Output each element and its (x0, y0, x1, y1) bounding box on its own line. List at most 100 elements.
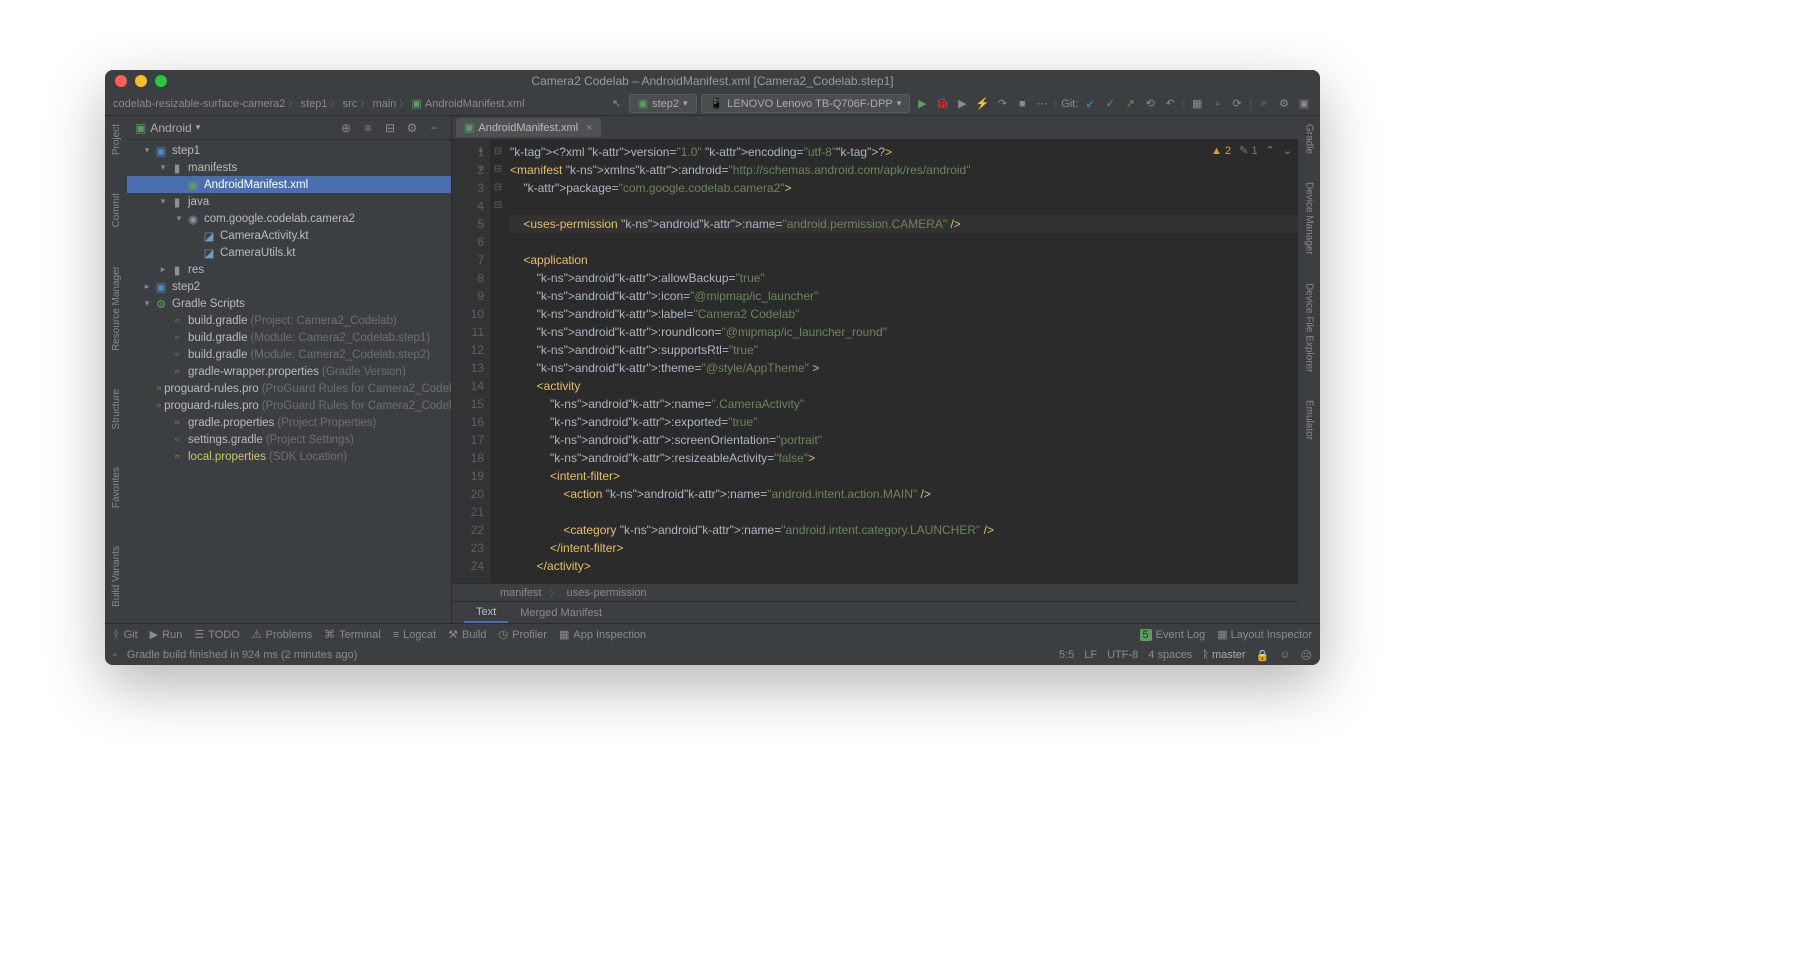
tool-window-tab[interactable]: Device File Explorer (1304, 279, 1315, 376)
editor-sub-tab[interactable]: Merged Manifest (508, 604, 614, 622)
sync-icon[interactable]: ⟳ (1229, 96, 1245, 112)
tree-item[interactable]: ▫gradle.properties(Project Properties) (127, 414, 451, 431)
run-button[interactable]: ▶ (914, 96, 930, 112)
tree-item[interactable]: ▫settings.gradle(Project Settings) (127, 431, 451, 448)
bottom-tool-bar: ᚱ Git ▶ Run ☰ TODO ⚠ Problems ⌘ Terminal ≡ Lo… (105, 623, 1320, 645)
tool-window-button[interactable]: ◷ Profiler (499, 628, 547, 641)
project-view-selector[interactable]: Android (150, 121, 191, 135)
tool-window-button[interactable]: ≡ Logcat (393, 629, 436, 641)
right-tool-rail: Gradle Device Manager Device File Explorer… (1298, 116, 1320, 623)
git-push-icon[interactable]: ↗ (1122, 96, 1138, 112)
coverage-icon[interactable]: ▶ (954, 96, 970, 112)
ide-window: Camera2 Codelab – AndroidManifest.xml [C… (105, 70, 1320, 665)
tool-window-button[interactable]: ⚠ Problems (252, 628, 312, 641)
tool-window-tab[interactable]: Structure (111, 385, 122, 434)
editor-sub-tabs: TextMerged Manifest (452, 601, 1298, 623)
tree-item[interactable]: ▫gradle-wrapper.properties(Gradle Versio… (127, 363, 451, 380)
more-icon[interactable]: ⋯ (1034, 96, 1050, 112)
profile-icon[interactable]: ⚡ (974, 96, 990, 112)
tree-item[interactable]: ▫build.gradle(Project: Camera2_Codelab) (127, 312, 451, 329)
editor-breadcrumb[interactable]: manifest 〉 uses-permission (452, 583, 1298, 601)
project-panel: ▣ Android ▾ ⊕ ≡ ⊟ ⚙ − ▾▣step1▾▮manifests… (127, 116, 452, 623)
tool-window-button[interactable]: 5 Event Log (1140, 629, 1206, 641)
help-icon[interactable]: ▣ (1296, 96, 1312, 112)
project-panel-header: ▣ Android ▾ ⊕ ≡ ⊟ ⚙ − (127, 116, 451, 140)
tool-window-tab[interactable]: Resource Manager (111, 262, 122, 355)
inspection-widget[interactable]: ▲ 2 ✎ 1 ⌃ ⌄ (1211, 144, 1292, 157)
tool-window-tab[interactable]: Favorites (111, 463, 122, 512)
window-title: Camera2 Codelab – AndroidManifest.xml [C… (531, 74, 893, 88)
tree-item[interactable]: ▾▮manifests (127, 159, 451, 176)
git-branch[interactable]: ᚱ master (1202, 649, 1245, 661)
git-commit-icon[interactable]: ✓ (1102, 96, 1118, 112)
code-editor[interactable]: 123456789101112131415161718192021222324 … (452, 140, 1298, 583)
tool-window-tab[interactable]: Commit (111, 189, 122, 231)
attach-icon[interactable]: ↷ (994, 96, 1010, 112)
debug-icon[interactable]: 🐞 (934, 96, 950, 112)
breadcrumb[interactable]: codelab-resizable-surface-camera2 〉 step… (113, 97, 525, 110)
project-tree[interactable]: ▾▣step1▾▮manifests▣AndroidManifest.xml▾▮… (127, 140, 451, 623)
run-config-selector[interactable]: ▣ step2 ▾ (629, 94, 697, 113)
close-window-button[interactable] (115, 75, 127, 87)
hide-panel-icon[interactable]: − (425, 119, 443, 137)
collapse-all-icon[interactable]: ⊟ (381, 119, 399, 137)
tool-window-button[interactable]: ▶ Run (150, 628, 183, 641)
history-icon[interactable]: ⟲ (1142, 96, 1158, 112)
close-tab-icon[interactable]: × (586, 122, 592, 134)
tree-item[interactable]: ▣AndroidManifest.xml (127, 176, 451, 193)
tree-item[interactable]: ▫local.properties(SDK Location) (127, 448, 451, 465)
tree-item[interactable]: ◪CameraUtils.kt (127, 244, 451, 261)
tool-window-button[interactable]: ⌘ Terminal (324, 628, 381, 641)
lock-icon[interactable]: 🔒 (1256, 649, 1270, 662)
tree-item[interactable]: ▸▮res (127, 261, 451, 278)
back-icon[interactable]: ↖ (609, 96, 625, 112)
tool-window-tab[interactable]: Build Variants (111, 542, 122, 611)
sdk-icon[interactable]: ▫ (1209, 96, 1225, 112)
tree-item[interactable]: ▾◉com.google.codelab.camera2 (127, 210, 451, 227)
tool-window-button[interactable]: ᚱ Git (113, 629, 138, 641)
man-icon[interactable]: ☺ (1279, 649, 1290, 661)
line-separator[interactable]: LF (1084, 649, 1097, 661)
tree-item[interactable]: ▫build.gradle(Module: Camera2_Codelab.st… (127, 329, 451, 346)
tool-window-tab[interactable]: Project (111, 120, 122, 159)
status-message: Gradle build finished in 924 ms (2 minut… (127, 649, 358, 661)
tree-item[interactable]: ▾▮java (127, 193, 451, 210)
line-gutter[interactable]: 123456789101112131415161718192021222324 (452, 140, 490, 583)
zoom-window-button[interactable] (155, 75, 167, 87)
tool-window-tab[interactable]: Gradle (1304, 120, 1315, 158)
main-body: Project Commit Resource Manager Structure Fa… (105, 116, 1320, 623)
tool-window-tab[interactable]: Emulator (1304, 396, 1315, 444)
memory-icon[interactable]: ☹ (1301, 649, 1312, 662)
settings-icon[interactable]: ⚙ (403, 119, 421, 137)
tree-item[interactable]: ▫proguard-rules.pro(ProGuard Rules for C… (127, 380, 451, 397)
tool-window-button[interactable]: ▦ Layout Inspector (1217, 628, 1312, 641)
file-encoding[interactable]: UTF-8 (1107, 649, 1138, 661)
titlebar: Camera2 Codelab – AndroidManifest.xml [C… (105, 70, 1320, 92)
avd-icon[interactable]: ▦ (1189, 96, 1205, 112)
minimize-window-button[interactable] (135, 75, 147, 87)
tool-window-tab[interactable]: Device Manager (1304, 178, 1315, 259)
navigation-bar: codelab-resizable-surface-camera2 〉 step… (105, 92, 1320, 116)
stop-icon[interactable]: ■ (1014, 96, 1030, 112)
settings-icon[interactable]: ⚙ (1276, 96, 1292, 112)
search-icon[interactable]: ⌕ (1256, 96, 1272, 112)
git-pull-icon[interactable]: ↙ (1082, 96, 1098, 112)
tree-item[interactable]: ▾▣step1 (127, 142, 451, 159)
tool-window-button[interactable]: ☰ TODO (194, 628, 239, 641)
tree-item[interactable]: ▸▣step2 (127, 278, 451, 295)
cursor-position[interactable]: 5:5 (1059, 649, 1074, 661)
tree-item[interactable]: ▫build.gradle(Module: Camera2_Codelab.st… (127, 346, 451, 363)
rollback-icon[interactable]: ↶ (1162, 96, 1178, 112)
indent-setting[interactable]: 4 spaces (1148, 649, 1192, 661)
code-content[interactable]: "k-tag"><?xml "k-attr">version="1.0" "k-… (490, 140, 1298, 583)
device-selector[interactable]: 📱 LENOVO Lenovo TB-Q706F-DPP ▾ (701, 94, 911, 113)
tree-item[interactable]: ◪CameraActivity.kt (127, 227, 451, 244)
tree-item[interactable]: ▫proguard-rules.pro(ProGuard Rules for C… (127, 397, 451, 414)
select-opened-icon[interactable]: ⊕ (337, 119, 355, 137)
tool-window-button[interactable]: ▦ App Inspection (559, 628, 646, 641)
editor-sub-tab[interactable]: Text (464, 603, 508, 623)
tool-window-button[interactable]: ⚒ Build (448, 628, 486, 641)
editor-tab[interactable]: ▣ AndroidManifest.xml × (456, 118, 601, 137)
tree-item[interactable]: ▾⚙Gradle Scripts (127, 295, 451, 312)
expand-all-icon[interactable]: ≡ (359, 119, 377, 137)
